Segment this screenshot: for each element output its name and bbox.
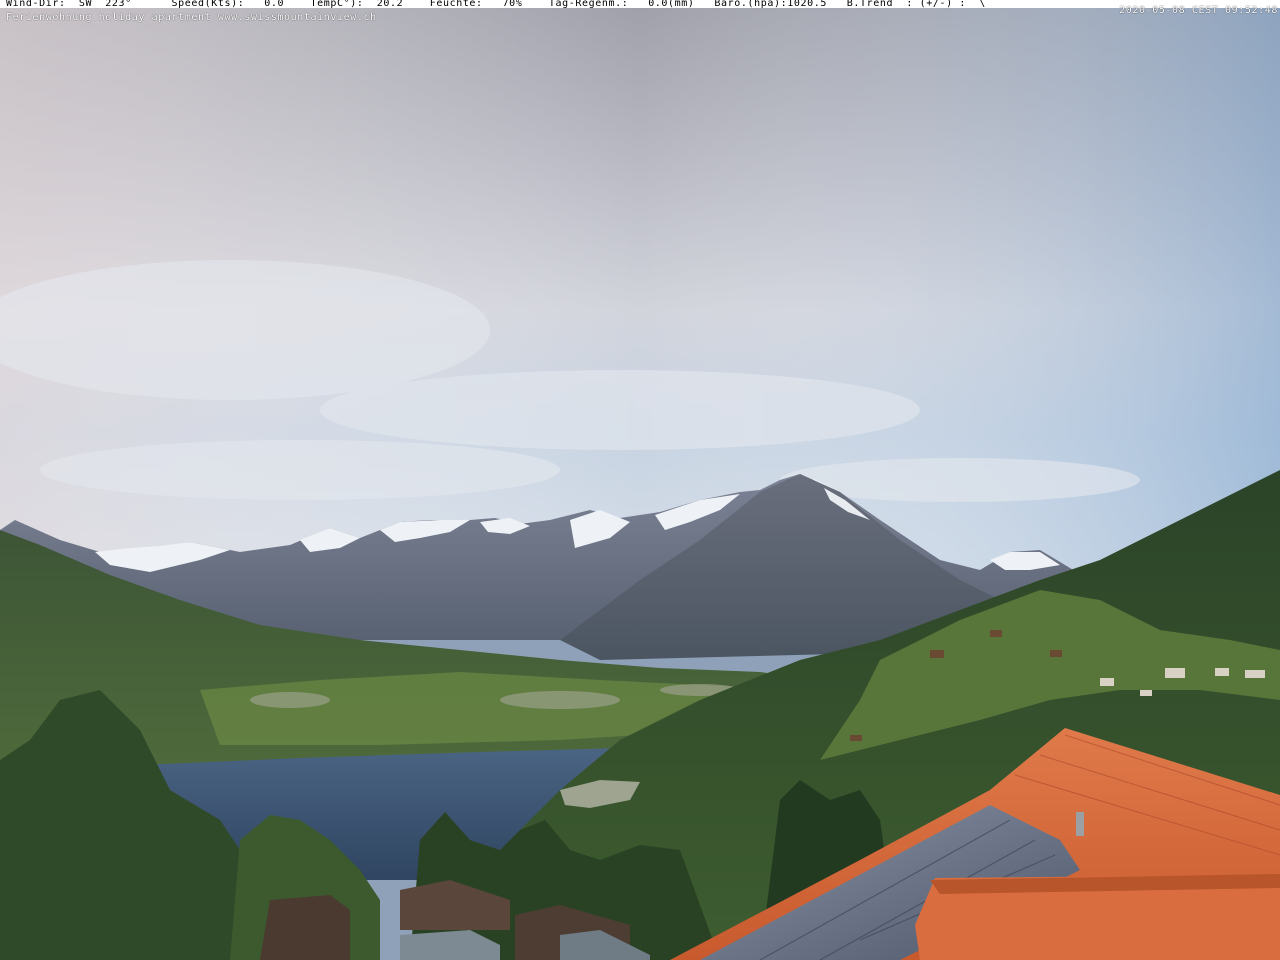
weather-readout-text: Wind-Dir: SW 223° Speed(Kts): 0.0 TempC°… bbox=[6, 0, 986, 9]
website-credit-text: Ferienwohnung holiday apartment www.swis… bbox=[6, 12, 377, 23]
capture-timestamp: 2020-05-08 CEST 09:52:48 bbox=[1119, 5, 1278, 16]
chimney-pipe bbox=[1076, 812, 1084, 836]
webcam-landscape-image bbox=[0, 0, 1280, 960]
